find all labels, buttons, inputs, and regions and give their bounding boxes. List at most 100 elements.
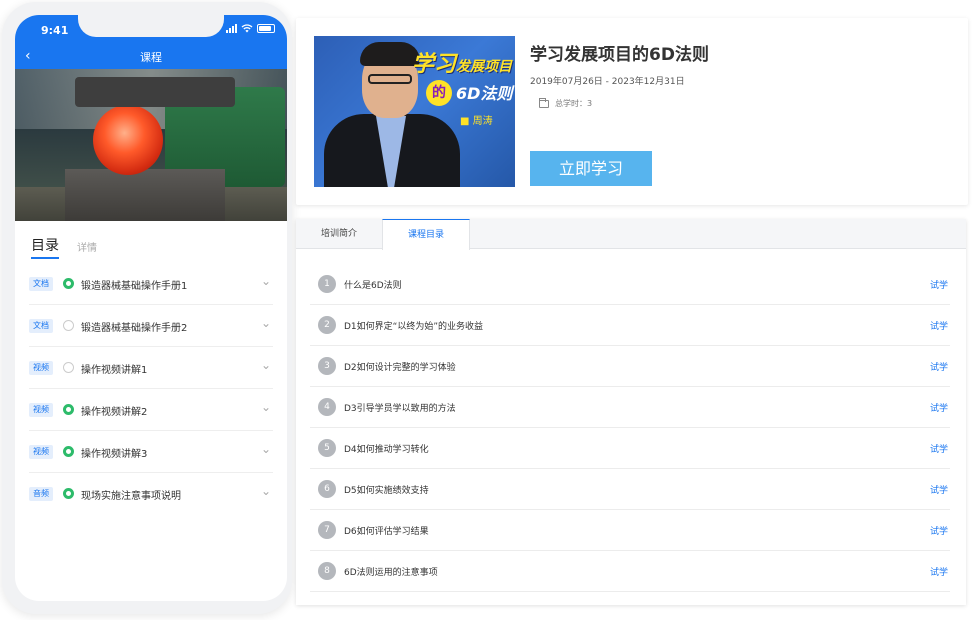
- chapter-title[interactable]: D1如何界定“以终为始”的业务收益: [344, 319, 483, 332]
- course-cover: 学习发展项目 的 6D法则 ■ 周涛: [314, 36, 515, 187]
- try-link[interactable]: 试学: [930, 360, 948, 373]
- list-item[interactable]: 文档 锻造器械基础操作手册1 ⌄: [29, 263, 273, 305]
- catalog-card: 培训简介 课程目录 1 什么是6D法则 试学 2 D1如何界定“以终为始”的业务…: [296, 219, 966, 605]
- cover-author: ■ 周涛: [460, 116, 493, 127]
- lesson-label: 锻造器械基础操作手册1: [81, 281, 188, 292]
- cover-title-de: 的: [426, 80, 452, 106]
- tab-intro[interactable]: 培训简介: [296, 219, 382, 249]
- course-hours-text: 总学时：3: [555, 99, 593, 108]
- cover-title-line1: 学习发展项目: [412, 46, 512, 78]
- type-badge: 视频: [29, 445, 53, 459]
- list-item[interactable]: 文档 锻造器械基础操作手册2 ⌄: [29, 305, 273, 347]
- chevron-down-icon: ⌄: [260, 400, 271, 414]
- phone-notch: [78, 15, 224, 37]
- status-done-icon: [63, 488, 74, 499]
- course-video[interactable]: [15, 69, 287, 221]
- catalog-tabs: 培训简介 课程目录: [296, 219, 966, 250]
- cover-title-study: 学习: [412, 52, 457, 77]
- chapter-title[interactable]: D2如何设计完整的学习体验: [344, 360, 456, 373]
- study-now-button[interactable]: 立即学习: [530, 151, 652, 186]
- lesson-label: 现场实施注意事项说明: [81, 491, 181, 502]
- try-link[interactable]: 试学: [930, 442, 948, 455]
- list-item[interactable]: 视频 操作视频讲解3 ⌄: [29, 431, 273, 473]
- chevron-down-icon: ⌄: [260, 316, 271, 330]
- chapter-title[interactable]: D5如何实施绩效支持: [344, 483, 429, 496]
- battery-icon: [257, 24, 275, 33]
- table-row: 8 6D法则运用的注意事项 试学: [310, 551, 950, 592]
- status-time: 9:41: [41, 24, 69, 37]
- catalog-list: 1 什么是6D法则 试学 2 D1如何界定“以终为始”的业务收益 试学 3 D2…: [310, 264, 950, 592]
- try-link[interactable]: 试学: [930, 401, 948, 414]
- type-badge: 视频: [29, 403, 53, 417]
- lesson-label: 操作视频讲解1: [81, 365, 148, 376]
- chapter-number: 4: [318, 398, 336, 416]
- status-done-icon: [63, 404, 74, 415]
- chapter-title[interactable]: 什么是6D法则: [344, 278, 402, 291]
- chapter-number: 1: [318, 275, 336, 293]
- try-link[interactable]: 试学: [930, 278, 948, 291]
- chevron-down-icon: ⌄: [260, 274, 271, 288]
- chevron-down-icon: ⌄: [260, 358, 271, 372]
- status-done-icon: [63, 446, 74, 457]
- table-row: 5 D4如何推动学习转化 试学: [310, 428, 950, 469]
- lesson-label: 操作视频讲解3: [81, 449, 148, 460]
- try-link[interactable]: 试学: [930, 319, 948, 332]
- type-badge: 视频: [29, 361, 53, 375]
- video-hot-metal: [93, 105, 163, 175]
- course-info-card: 学习发展项目 的 6D法则 ■ 周涛 学习发展项目的6D法则 2019年07月2…: [296, 18, 968, 205]
- phone-mockup: 9:41 ‹ 课程 目录 详情 文档 锻造器械基础操作手册1 ⌄ 文档 锻造器械…: [2, 2, 292, 614]
- chapter-number: 2: [318, 316, 336, 334]
- video-hammer: [75, 77, 235, 107]
- chapter-number: 5: [318, 439, 336, 457]
- chapter-number: 6: [318, 480, 336, 498]
- lesson-label: 锻造器械基础操作手册2: [81, 323, 188, 334]
- wifi-icon: [241, 24, 253, 33]
- tab-catalog-list[interactable]: 课程目录: [382, 219, 470, 250]
- chapter-number: 7: [318, 521, 336, 539]
- list-item[interactable]: 音频 现场实施注意事项说明 ⌄: [29, 473, 273, 515]
- signal-icon: [226, 24, 237, 33]
- chevron-down-icon: ⌄: [260, 442, 271, 456]
- type-badge: 音频: [29, 487, 53, 501]
- table-row: 3 D2如何设计完整的学习体验 试学: [310, 346, 950, 387]
- type-badge: 文档: [29, 277, 53, 291]
- course-hours: 总学时：3: [539, 97, 593, 109]
- cover-hair: [360, 42, 420, 66]
- lesson-label: 操作视频讲解2: [81, 407, 148, 418]
- chapter-number: 3: [318, 357, 336, 375]
- tab-underline: [31, 257, 59, 259]
- nav-title: 课程: [140, 51, 162, 64]
- table-row: 1 什么是6D法则 试学: [310, 264, 950, 305]
- status-todo-icon: [63, 362, 74, 373]
- folder-icon: [539, 97, 549, 108]
- cover-title-project: 发展项目: [456, 59, 513, 75]
- chapter-title[interactable]: D6如何评估学习结果: [344, 524, 429, 537]
- tab-catalog[interactable]: 目录: [31, 235, 59, 255]
- mobile-tabs: 目录 详情: [15, 231, 287, 263]
- cover-glasses: [368, 74, 412, 84]
- table-row: 6 D5如何实施绩效支持 试学: [310, 469, 950, 510]
- tab-details[interactable]: 详情: [77, 239, 97, 254]
- chapter-title[interactable]: 6D法则运用的注意事项: [344, 565, 438, 578]
- status-done-icon: [63, 278, 74, 289]
- try-link[interactable]: 试学: [930, 483, 948, 496]
- phone-screen: 9:41 ‹ 课程 目录 详情 文档 锻造器械基础操作手册1 ⌄ 文档 锻造器械…: [15, 15, 287, 601]
- chapter-title[interactable]: D3引导学员学以致用的方法: [344, 401, 456, 414]
- status-todo-icon: [63, 320, 74, 331]
- list-item[interactable]: 视频 操作视频讲解2 ⌄: [29, 389, 273, 431]
- status-icons: [226, 24, 275, 33]
- course-dates: 2019年07月26日 - 2023年12月31日: [530, 77, 685, 87]
- cover-title-line2: 6D法则: [456, 84, 513, 103]
- list-item[interactable]: 视频 操作视频讲解1 ⌄: [29, 347, 273, 389]
- try-link[interactable]: 试学: [930, 565, 948, 578]
- try-link[interactable]: 试学: [930, 524, 948, 537]
- nav-bar: ‹ 课程: [15, 45, 287, 69]
- type-badge: 文档: [29, 319, 53, 333]
- chevron-down-icon: ⌄: [260, 484, 271, 498]
- video-anvil: [65, 169, 225, 221]
- table-row: 2 D1如何界定“以终为始”的业务收益 试学: [310, 305, 950, 346]
- mobile-lesson-list: 文档 锻造器械基础操作手册1 ⌄ 文档 锻造器械基础操作手册2 ⌄ 视频 操作视…: [29, 263, 273, 515]
- table-row: 4 D3引导学员学以致用的方法 试学: [310, 387, 950, 428]
- chapter-title[interactable]: D4如何推动学习转化: [344, 442, 429, 455]
- course-title: 学习发展项目的6D法则: [530, 45, 709, 65]
